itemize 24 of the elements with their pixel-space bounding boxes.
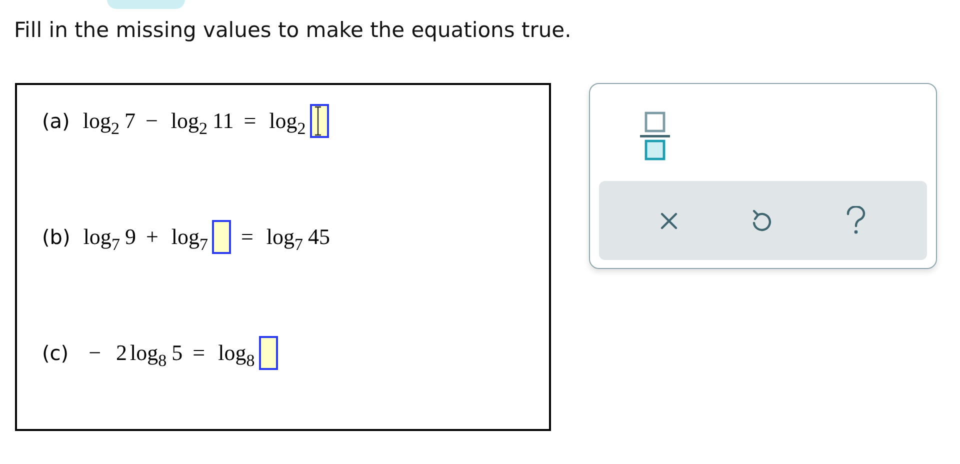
number: 45	[308, 224, 330, 250]
part-label: (c)	[42, 341, 69, 365]
number: 7	[124, 108, 136, 134]
log-term: log$_{7}$	[171, 224, 208, 250]
part-label: (a)	[42, 109, 70, 133]
number: 9	[124, 224, 136, 250]
log-term: log$_{8}$	[130, 340, 167, 366]
operator: =	[192, 340, 206, 366]
number: 11	[212, 108, 234, 134]
log-term: log$_{2}$	[82, 108, 120, 134]
log-term: log$_{2}$	[170, 108, 208, 134]
operator: =	[240, 224, 254, 250]
log-term: log$_{7}$	[266, 224, 304, 250]
instruction-text: Fill in the missing values to make the equations true.	[14, 17, 572, 44]
part-label: (b)	[42, 225, 70, 249]
operator: −	[88, 340, 102, 366]
operator: =	[244, 108, 256, 134]
log-term: log$_{7}$	[83, 224, 120, 250]
operator: −	[146, 108, 158, 134]
log-term: log$_{2}$	[269, 108, 306, 134]
log-term: log$_{8}$	[218, 340, 255, 366]
operator: +	[146, 224, 158, 250]
number: 2	[116, 340, 128, 366]
number: 5	[172, 340, 183, 366]
